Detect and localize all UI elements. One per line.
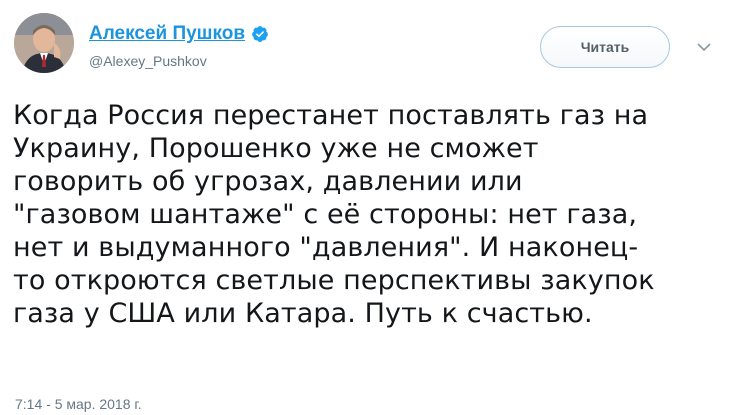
follow-button[interactable]: Читать [540, 26, 670, 68]
person-avatar-icon [14, 13, 74, 73]
chevron-down-icon[interactable] [695, 40, 713, 54]
author-display-name[interactable]: Алексей Пушков [89, 22, 245, 46]
tweet-text-line: газа у США или Катара. Путь к счастью. [13, 298, 593, 329]
tweet-text-line: нет и выдуманного "давления". И наконец- [13, 232, 639, 263]
tweet-card: Алексей Пушков @Alexey_Pushkov Читать Ко… [0, 0, 734, 415]
tweet-text-line: то откроются светлые перспективы закупок [13, 265, 655, 296]
tweet-text: Когда Россия перестанет поставлять газ н… [13, 99, 725, 330]
author-name-row: Алексей Пушков [89, 22, 269, 46]
tweet-text-line: "газовом шантаже" с её стороны: нет газа… [13, 199, 638, 230]
author-handle[interactable]: @Alexey_Pushkov [89, 53, 207, 69]
verified-badge-icon [252, 26, 268, 42]
tweet-text-line: Украину, Порошенко уже не сможет [13, 133, 539, 164]
tweet-text-line: Когда Россия перестанет поставлять газ н… [13, 100, 649, 131]
avatar[interactable] [14, 13, 74, 73]
tweet-timestamp[interactable]: 7:14 - 5 мар. 2018 г. [15, 396, 142, 412]
tweet-text-line: говорить об угрозах, давлении или [13, 166, 523, 197]
